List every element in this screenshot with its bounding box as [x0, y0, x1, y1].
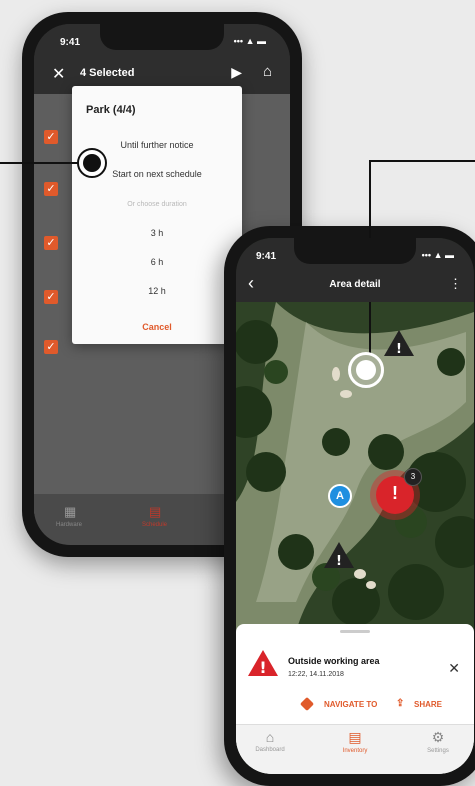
more-icon[interactable]: ⋮	[449, 276, 462, 292]
duration-12h[interactable]: 12 h	[72, 286, 242, 296]
close-icon[interactable]: ✕	[448, 660, 460, 677]
tab-inventory[interactable]: ▤ Inventory	[325, 729, 385, 754]
navigate-to-button[interactable]: NAVIGATE TO	[324, 700, 377, 709]
alert-count-badge: 3	[404, 468, 422, 486]
grid-icon[interactable]: ▦	[64, 504, 76, 520]
cancel-button[interactable]: Cancel	[72, 322, 242, 332]
duration-divider-label: Or choose duration	[127, 201, 187, 208]
tab-schedule[interactable]: Schedule	[142, 522, 167, 528]
phone-notch	[294, 238, 416, 264]
home-icon[interactable]: ⌂	[263, 63, 272, 80]
satellite-map[interactable]: ! !	[236, 302, 474, 632]
bottom-tab-bar: ⌂ Dashboard ▤ Inventory ⚙ Settings	[236, 724, 474, 774]
gear-icon: ⚙	[431, 729, 445, 745]
checkbox[interactable]: ✓	[44, 236, 58, 250]
share-button[interactable]: SHARE	[414, 700, 442, 709]
inventory-icon: ▤	[348, 729, 362, 745]
close-icon[interactable]: ✕	[52, 64, 65, 84]
signal-icon: ••• ▲ ▬	[233, 36, 266, 46]
status-time: 9:41	[256, 251, 277, 262]
callout-line	[369, 160, 475, 162]
dialog-title: Park (4/4)	[86, 104, 136, 116]
selection-title: 4 Selected	[80, 67, 135, 79]
robot-marker[interactable]: A	[328, 484, 352, 508]
duration-3h[interactable]: 3 h	[72, 228, 242, 238]
tab-dashboard[interactable]: ⌂ Dashboard	[240, 729, 300, 753]
checkbox[interactable]: ✓	[44, 182, 58, 196]
checkbox[interactable]: ✓	[44, 340, 58, 354]
area-detail-header: ‹ Area detail ⋮	[236, 268, 474, 302]
callout-line	[0, 162, 80, 164]
tab-settings[interactable]: ⚙ Settings	[408, 729, 468, 754]
status-time: 9:41	[60, 37, 81, 48]
alert-timestamp: 12:22, 14.11.2018	[288, 671, 344, 678]
checkbox[interactable]: ✓	[44, 130, 58, 144]
touch-indicator	[348, 352, 384, 388]
phone-front: 9:41 ••• ▲ ▬ ‹ Area detail ⋮ ! ! ! 3 A !…	[224, 226, 475, 786]
checkbox[interactable]: ✓	[44, 290, 58, 304]
calendar-icon[interactable]: ▤	[149, 504, 161, 520]
tab-label: Inventory	[342, 748, 368, 754]
phone-front-screen: 9:41 ••• ▲ ▬ ‹ Area detail ⋮ ! ! ! 3 A !…	[236, 238, 474, 774]
tab-hardware[interactable]: Hardware	[56, 522, 82, 528]
svg-text:!: !	[396, 342, 402, 357]
tab-label: Settings	[427, 748, 449, 754]
tab-label: Dashboard	[255, 747, 285, 753]
navigate-icon[interactable]	[299, 696, 315, 712]
alert-triangle-icon: !	[248, 650, 278, 676]
home-icon: ⌂	[265, 729, 275, 745]
duration-6h[interactable]: 6 h	[72, 257, 242, 267]
share-icon[interactable]: ⇪	[396, 698, 404, 709]
svg-text:!: !	[259, 658, 266, 676]
play-icon[interactable]: ▶	[231, 64, 242, 81]
park-dialog: Park (4/4) Until further notice Start on…	[72, 86, 242, 344]
page-title: Area detail	[329, 279, 381, 290]
sheet-handle[interactable]	[340, 630, 370, 633]
touch-indicator	[77, 148, 107, 178]
phone-notch	[100, 24, 224, 50]
signal-icon: ••• ▲ ▬	[421, 250, 454, 260]
svg-text:!: !	[336, 554, 342, 569]
alert-cluster-marker[interactable]: ! 3	[376, 468, 422, 514]
alert-title: Outside working area	[288, 656, 380, 666]
